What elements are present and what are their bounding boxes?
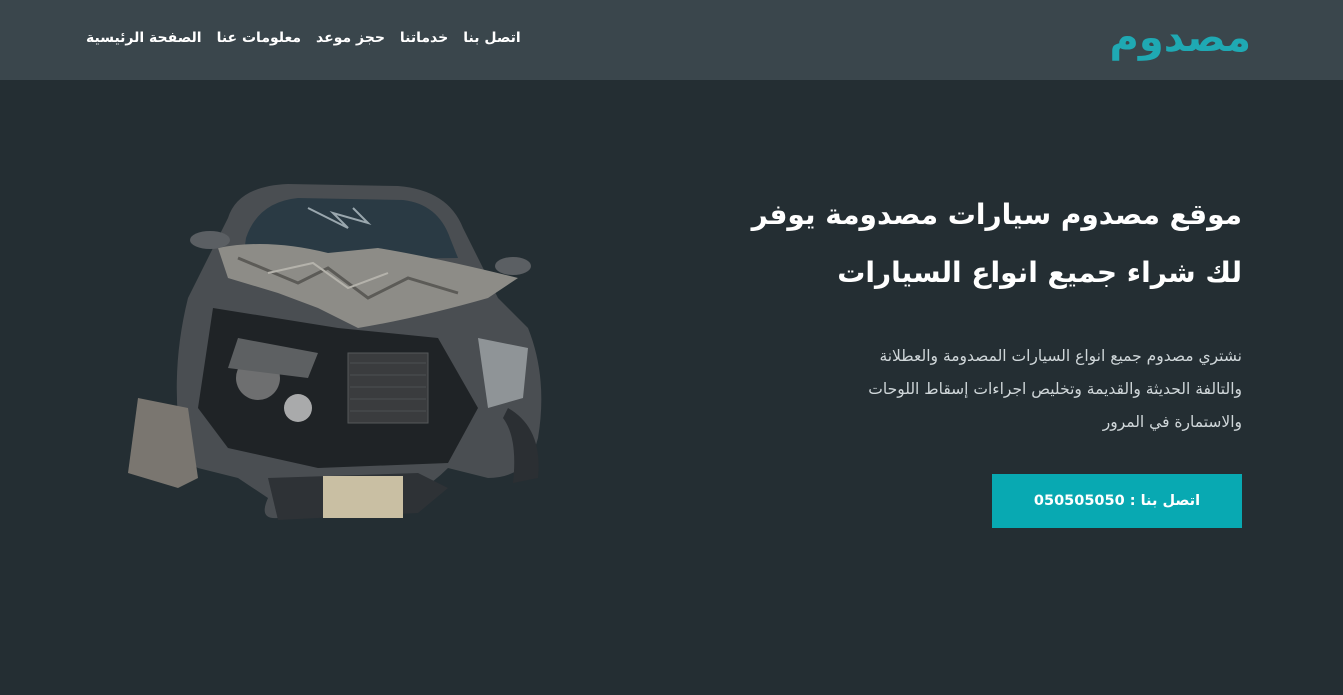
- main-nav: اتصل بنا خدماتنا حجز موعد معلومات عنا ال…: [86, 27, 521, 46]
- nav-link-contact[interactable]: اتصل بنا: [463, 30, 520, 46]
- nav-link-home[interactable]: الصفحة الرئيسية: [86, 30, 202, 46]
- car-broken-bumper: [128, 398, 198, 488]
- hero-title: موقع مصدوم سيارات مصدومة يوفر لك شراء جم…: [682, 186, 1242, 302]
- nav-item-about: معلومات عنا: [217, 27, 301, 46]
- hero-description: نشتري مصدوم جميع انواع السيارات المصدومة…: [868, 347, 1242, 431]
- nav-link-about[interactable]: معلومات عنا: [217, 30, 301, 46]
- car-license-plate: [323, 476, 403, 518]
- nav-link-booking[interactable]: حجز موعد: [316, 30, 385, 46]
- car-mirror-left: [190, 231, 230, 249]
- nav-item-home: الصفحة الرئيسية: [86, 27, 202, 46]
- hero-title-line-2: لك شراء جميع انواع السيارات: [837, 256, 1242, 289]
- nav-item-services: خدماتنا: [400, 27, 448, 46]
- site-logo[interactable]: مصدوم: [1110, 18, 1251, 58]
- nav-item-booking: حجز موعد: [316, 27, 385, 46]
- contact-cta-button[interactable]: اتصل بنا : 050505050: [992, 474, 1242, 528]
- hero-section: موقع مصدوم سيارات مصدومة يوفر لك شراء جم…: [682, 186, 1242, 439]
- damaged-car-image: [128, 184, 542, 520]
- hero-title-line-1: موقع مصدوم سيارات مصدومة يوفر: [751, 198, 1242, 231]
- nav-link-services[interactable]: خدماتنا: [400, 30, 448, 46]
- car-mirror-right: [495, 257, 531, 275]
- site-header: اتصل بنا خدماتنا حجز موعد معلومات عنا ال…: [0, 0, 1343, 80]
- nav-item-contact: اتصل بنا: [463, 27, 520, 46]
